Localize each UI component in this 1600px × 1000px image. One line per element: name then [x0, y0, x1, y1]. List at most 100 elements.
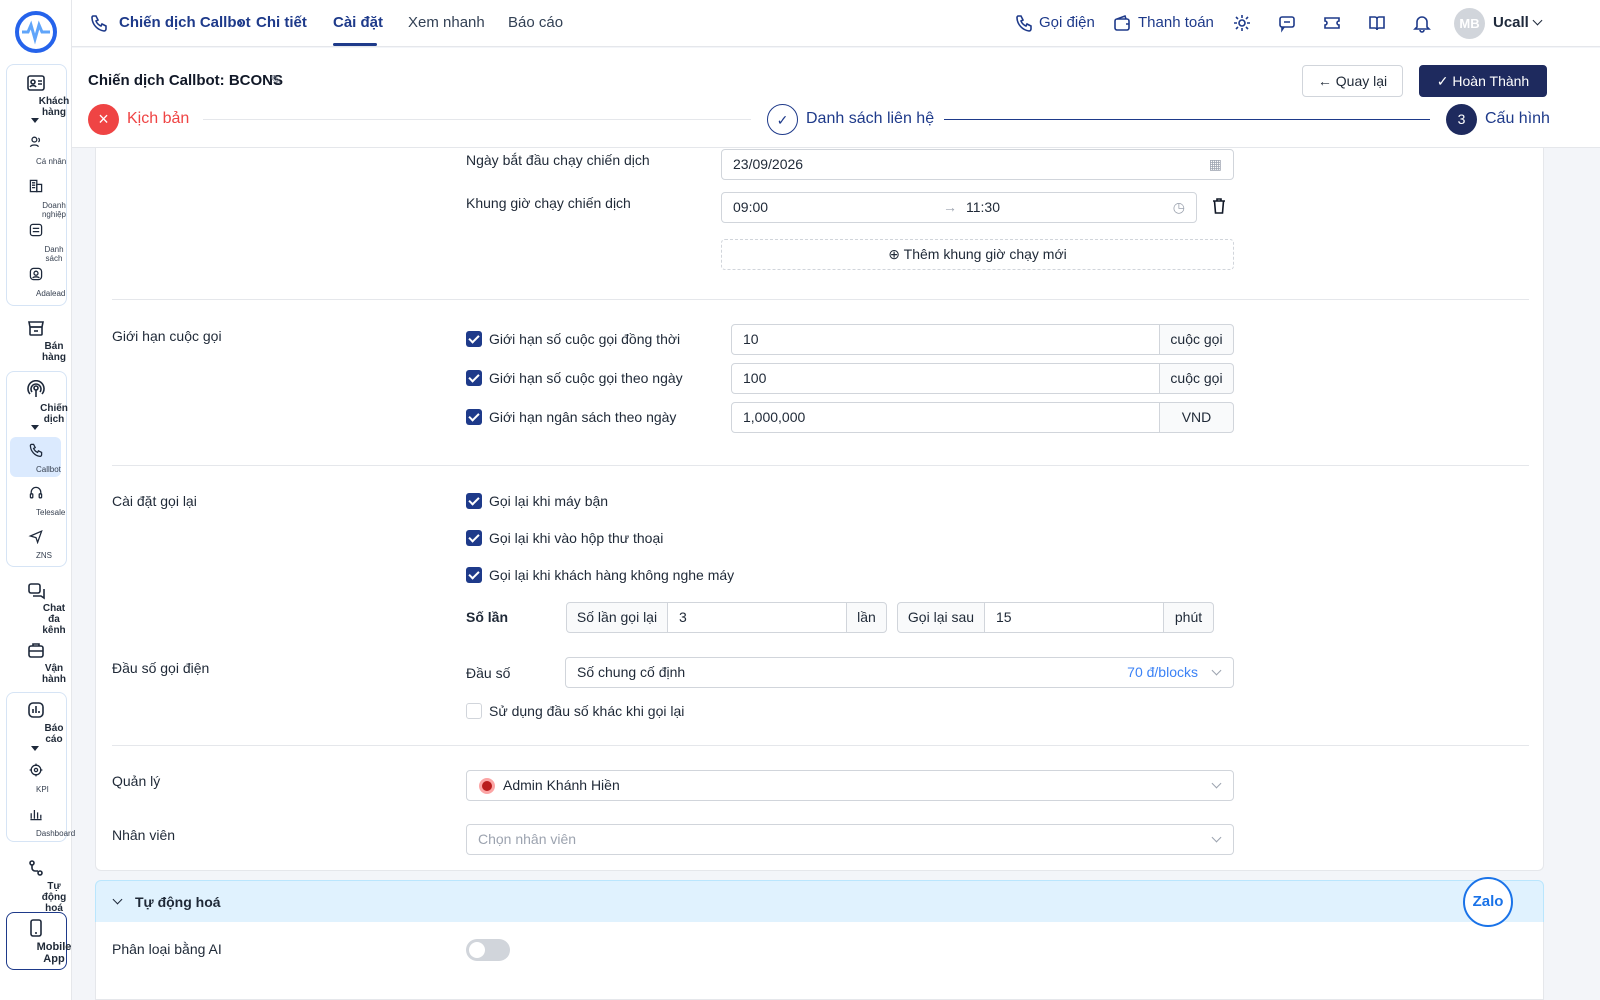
arrow-left-icon: ← — [1317, 73, 1336, 89]
close-icon: × — [88, 104, 119, 135]
headset-icon — [26, 485, 46, 505]
tab-report[interactable]: Báo cáo — [508, 14, 563, 31]
tab-quick-view[interactable]: Xem nhanh — [408, 14, 485, 31]
time-frame-label: Khung giờ chạy chiến dịch — [466, 195, 631, 211]
chevron-right-icon: › — [238, 14, 243, 31]
step-connector — [203, 119, 751, 120]
nav-bao-cao[interactable]: Báo cáo — [0, 700, 72, 745]
limit-daily-input[interactable]: 100 — [731, 363, 1160, 394]
nav-chien-dich[interactable]: Chiến dịch — [0, 379, 72, 425]
nav-mobile-app-item[interactable]: Mobile App — [0, 918, 72, 965]
chevron-down-icon[interactable] — [31, 425, 39, 430]
phone-icon — [26, 442, 46, 462]
step-connector — [944, 119, 1430, 120]
tab-active-indicator — [333, 43, 377, 46]
trash-icon[interactable] — [1212, 198, 1226, 214]
recall-voicemail-label: Gọi lại khi vào hộp thư thoại — [489, 530, 664, 546]
start-date-input[interactable]: 23/09/2026 ▦ — [721, 149, 1234, 180]
nav-callbot[interactable]: Callbot — [0, 442, 72, 474]
recall-busy-checkbox[interactable] — [466, 493, 482, 509]
limit-budget-input[interactable]: 1,000,000 — [731, 402, 1160, 433]
message-icon[interactable] — [1277, 13, 1297, 33]
bell-icon[interactable] — [1412, 13, 1432, 33]
time-range-input[interactable]: 09:00 → 11:30 ◷ — [721, 192, 1197, 223]
nav-danh-sach[interactable]: Danh sách — [0, 222, 72, 263]
section-divider — [112, 299, 1529, 300]
recall-voicemail-checkbox[interactable] — [466, 530, 482, 546]
phone-prefix-select[interactable]: Số chung cố định 70 đ/blocks — [565, 657, 1234, 688]
ai-classify-toggle[interactable] — [466, 939, 510, 961]
chevron-down-icon[interactable] — [31, 118, 39, 123]
limit-concurrent-checkbox[interactable] — [466, 331, 482, 347]
recall-noanswer-label: Gọi lại khi khách hàng không nghe máy — [489, 567, 735, 583]
limit-concurrent-input[interactable]: 10 — [731, 324, 1160, 355]
ticket-icon[interactable] — [1322, 13, 1342, 33]
wallet-icon[interactable] — [1112, 13, 1132, 33]
broadcast-icon — [26, 379, 46, 400]
building-icon — [26, 178, 46, 198]
people-icon — [26, 134, 46, 154]
phone-prefix-label: Đầu số — [466, 665, 511, 681]
recall-section-title: Cài đặt gọi lại — [112, 493, 197, 509]
alt-prefix-checkbox[interactable] — [466, 703, 482, 719]
sidebar: Khách hàng Cá nhân Doanh nghiệp Danh sác… — [0, 0, 75, 1000]
step-contacts[interactable]: Danh sách liên hệ — [806, 110, 934, 128]
zalo-chat-button[interactable]: Zalo — [1463, 877, 1513, 927]
ai-classify-label: Phân loại bằng AI — [112, 941, 222, 957]
bar-chart-icon — [26, 806, 46, 826]
recall-after-label: Gọi lại sau — [897, 602, 985, 633]
chevron-down-icon — [1211, 665, 1222, 676]
add-time-button[interactable]: ⊕ Thêm khung giờ chạy mới — [721, 239, 1234, 270]
nav-doanh-nghiep[interactable]: Doanh nghiệp — [0, 178, 72, 219]
nav-adalead[interactable]: Adalead — [0, 266, 72, 298]
limit-budget-checkbox[interactable] — [466, 409, 482, 425]
gear-icon[interactable] — [1232, 13, 1252, 33]
limit-daily-checkbox[interactable] — [466, 370, 482, 386]
breadcrumb-detail[interactable]: Chi tiết — [256, 14, 307, 31]
limits-section-title: Giới hạn cuộc gọi — [112, 328, 222, 344]
call-link[interactable]: Gọi điện — [1039, 14, 1095, 31]
recall-noanswer-checkbox[interactable] — [466, 567, 482, 583]
nav-kpi[interactable]: KPI — [0, 762, 72, 794]
recall-count-label: Số lần gọi lại — [566, 602, 668, 633]
ucall-logo[interactable] — [14, 10, 58, 54]
phone-prefix-section-title: Đầu số gọi điện — [112, 660, 210, 676]
chat-icon — [26, 580, 46, 600]
manager-label: Quản lý — [112, 773, 161, 789]
phone-icon[interactable] — [1014, 13, 1034, 33]
step-config[interactable]: Cấu hình — [1485, 110, 1550, 128]
automation-title: Tự động hoá — [135, 894, 221, 910]
automation-header[interactable]: Tự động hoá — [95, 880, 1544, 923]
calendar-icon: ▦ — [1208, 156, 1222, 172]
recall-after-unit: phút — [1163, 602, 1214, 633]
nav-zns[interactable]: ZNS — [0, 528, 72, 560]
tab-settings[interactable]: Cài đặt — [333, 14, 383, 31]
book-icon[interactable] — [1367, 13, 1387, 33]
edit-icon[interactable]: ✎ — [270, 72, 282, 89]
chart-icon — [26, 700, 46, 720]
recall-after-input[interactable]: 15 — [984, 602, 1164, 633]
arrow-right-icon: → — [943, 199, 957, 215]
nav-telesale[interactable]: Telesale — [0, 485, 72, 517]
recall-count-input[interactable]: 3 — [667, 602, 847, 633]
breadcrumb-campaign[interactable]: Chiến dịch Callbot — [119, 14, 251, 31]
nav-ca-nhan[interactable]: Cá nhân — [0, 134, 72, 166]
nav-tu-dong-hoa[interactable]: Tự động hoá — [0, 858, 72, 914]
back-button[interactable]: ← Quay lại — [1302, 65, 1403, 97]
account-name[interactable]: Ucall — [1493, 14, 1529, 31]
manager-select[interactable]: Admin Khánh Hiền — [466, 770, 1234, 801]
nav-ban-hang[interactable]: Bán hàng — [0, 318, 72, 363]
user-circle-icon — [26, 266, 46, 286]
nav-dashboard[interactable]: Dashboard — [0, 806, 75, 838]
done-button[interactable]: ✓ Hoàn Thành — [1419, 65, 1547, 97]
list-icon — [26, 222, 46, 242]
nav-khach-hang[interactable]: Khách hàng — [0, 73, 72, 118]
payment-link[interactable]: Thanh toán — [1138, 14, 1214, 31]
step-script[interactable]: Kịch bản — [127, 110, 189, 128]
chevron-down-icon[interactable] — [31, 746, 39, 751]
store-icon — [26, 318, 46, 338]
staff-select[interactable]: Chọn nhân viên — [466, 824, 1234, 855]
nav-van-hanh[interactable]: Vận hành — [0, 640, 72, 685]
nav-chat-da-kenh[interactable]: Chat đa kênh — [0, 580, 72, 636]
avatar[interactable]: MB — [1454, 8, 1485, 39]
